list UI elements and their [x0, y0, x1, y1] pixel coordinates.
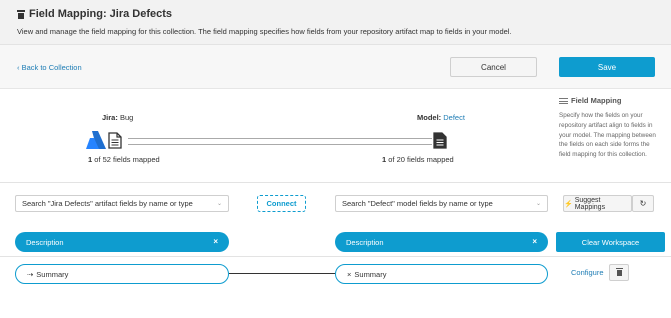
workspace-divider — [0, 256, 671, 257]
page-header: Field Mapping: Jira Defects View and man… — [0, 0, 671, 45]
page-description: View and manage the field mapping for th… — [17, 27, 512, 36]
source-mapped-number: 1 — [88, 155, 93, 164]
page-title: Field Mapping: Jira Defects — [17, 8, 172, 20]
refresh-button[interactable]: ↻ — [632, 195, 654, 212]
source-repo-name: Jira: — [102, 113, 118, 122]
target-document-icon — [433, 132, 447, 149]
jira-logo-icon — [86, 131, 106, 149]
target-model-name: Model: — [417, 113, 442, 122]
connect-button[interactable]: Connect — [257, 195, 306, 212]
mapping-connector-rail — [128, 138, 432, 145]
help-title: Field Mapping — [559, 96, 621, 105]
target-label: Model: Defect — [417, 113, 465, 122]
source-artifact-type: Bug — [119, 113, 134, 122]
mapped-source-label: Summary — [36, 269, 69, 279]
trash-icon — [615, 267, 623, 276]
delete-mapping-button[interactable] — [609, 264, 629, 281]
source-mapped-text: of 52 fields mapped — [94, 155, 160, 164]
refresh-icon: ↻ — [639, 199, 647, 208]
source-field-search[interactable]: Search "Jira Defects" artifact fields by… — [15, 195, 229, 212]
target-mapped-text: of 20 fields mapped — [388, 155, 454, 164]
arrow-right-icon: ⇢ — [27, 269, 34, 279]
source-label: Jira: Bug — [102, 113, 133, 122]
clear-workspace-button[interactable]: Clear Workspace — [556, 232, 665, 252]
suggest-mappings-label: Suggest Mappings — [574, 196, 606, 211]
help-title-text: Field Mapping — [571, 96, 622, 105]
cancel-button[interactable]: Cancel — [450, 57, 537, 77]
action-toolbar: ‹ Back to Collection Cancel Save — [0, 45, 671, 89]
target-field-search[interactable]: Search "Defect" model fields by name or … — [335, 195, 548, 212]
source-mapped-count: 1 of 52 fields mapped — [88, 155, 160, 164]
mapped-source-field[interactable]: ⇢ Summary — [15, 264, 229, 284]
target-model-link[interactable]: Defect — [443, 113, 465, 122]
chevron-down-icon: ⌄ — [535, 201, 541, 207]
source-document-icon — [108, 132, 122, 149]
close-icon[interactable]: × — [532, 237, 537, 246]
back-link-label: Back to Collection — [21, 63, 82, 72]
target-search-placeholder: Search "Defect" model fields by name or … — [342, 199, 493, 208]
mapped-target-field[interactable]: × Summary — [335, 264, 548, 284]
suggest-mappings-button[interactable]: ⚡ Suggest Mappings — [563, 195, 632, 212]
target-mapped-count: 1 of 20 fields mapped — [382, 155, 454, 164]
help-text: Specify how the fields on your repositor… — [559, 112, 656, 158]
source-selected-label: Description — [26, 237, 64, 247]
close-icon: × — [347, 269, 352, 279]
configure-link[interactable]: Configure — [571, 268, 604, 277]
mapped-target-label: Summary — [354, 269, 387, 279]
target-selected-label: Description — [346, 237, 384, 247]
list-icon — [559, 97, 568, 104]
page-title-text: Field Mapping: Jira Defects — [29, 8, 173, 20]
target-mapped-number: 1 — [382, 155, 387, 164]
mapping-connector-line — [229, 273, 335, 274]
close-icon[interactable]: × — [213, 237, 218, 246]
mapping-icon — [17, 9, 25, 19]
back-to-collection-link[interactable]: ‹ Back to Collection — [17, 63, 82, 72]
target-selected-field[interactable]: Description × — [335, 232, 548, 252]
source-selected-field[interactable]: Description × — [15, 232, 229, 252]
chevron-down-icon: ⌄ — [216, 201, 222, 207]
source-search-placeholder: Search "Jira Defects" artifact fields by… — [22, 199, 193, 208]
save-button[interactable]: Save — [559, 57, 655, 77]
section-divider — [0, 182, 671, 183]
magic-wand-icon: ⚡ — [564, 200, 573, 208]
chevron-left-icon: ‹ — [17, 63, 20, 72]
